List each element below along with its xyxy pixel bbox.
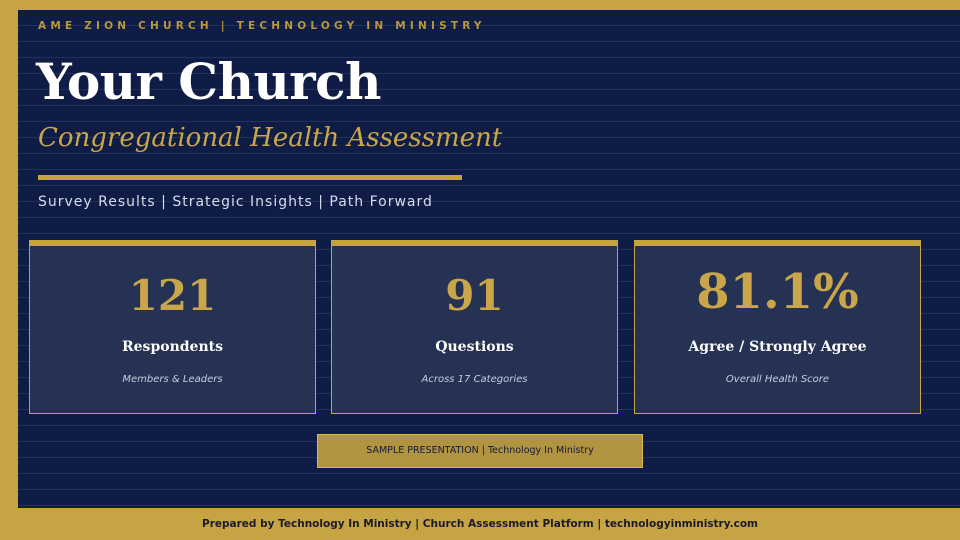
footer-text: Prepared by Technology In Ministry | Chu… xyxy=(202,518,758,530)
sample-presentation-badge: SAMPLE PRESENTATION | Technology In Mini… xyxy=(317,434,643,468)
stat-sublabel: Overall Health Score xyxy=(725,374,830,385)
stat-label: Agree / Strongly Agree xyxy=(688,339,867,355)
stat-card-questions: 91 Questions Across 17 Categories xyxy=(331,240,618,414)
stat-value: 91 xyxy=(445,271,504,320)
stat-sublabel: Across 17 Categories xyxy=(421,374,528,385)
page-subtitle: Congregational Health Assessment xyxy=(38,123,503,153)
stat-value: 81.1% xyxy=(696,264,859,320)
stat-sublabel: Members & Leaders xyxy=(122,374,223,385)
tagline: Survey Results | Strategic Insights | Pa… xyxy=(38,194,433,210)
page-title: Your Church xyxy=(36,52,381,111)
stat-card-health-score: 81.1% Agree / Strongly Agree Overall Hea… xyxy=(634,240,921,414)
stat-card-respondents: 121 Respondents Members & Leaders xyxy=(29,240,316,414)
kicker-text: AME ZION CHURCH | TECHNOLOGY IN MINISTRY xyxy=(38,20,486,32)
slide-panel: AME ZION CHURCH | TECHNOLOGY IN MINISTRY… xyxy=(18,10,960,508)
divider-rule xyxy=(38,175,462,180)
stat-label: Questions xyxy=(435,339,514,355)
stat-value: 121 xyxy=(128,271,217,320)
slide-frame: AME ZION CHURCH | TECHNOLOGY IN MINISTRY… xyxy=(0,0,960,540)
stat-label: Respondents xyxy=(122,339,223,355)
